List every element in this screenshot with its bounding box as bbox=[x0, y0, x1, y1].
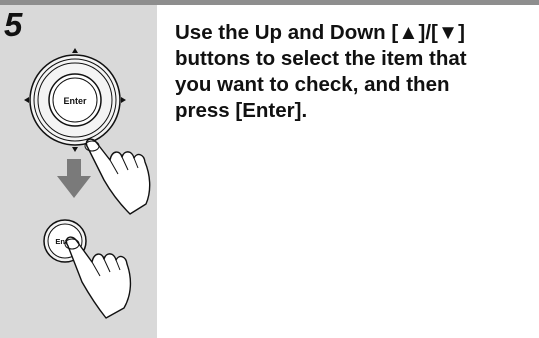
right-arrow-icon bbox=[121, 97, 126, 103]
pressing-hand-icon bbox=[84, 138, 151, 215]
instruction-line: you want to check, and then bbox=[175, 73, 450, 96]
instruction-line: buttons to select the item that bbox=[175, 47, 467, 70]
up-arrow-icon bbox=[72, 48, 78, 53]
step-number: 5 bbox=[4, 6, 23, 43]
manual-page: Enter Enter 5 Use the Up and Down [▲]/[▼… bbox=[0, 0, 539, 338]
left-arrow-icon bbox=[24, 97, 29, 103]
down-marker-icon bbox=[72, 147, 78, 152]
down-arrow-icon bbox=[57, 159, 91, 198]
directional-pad-icon: Enter bbox=[24, 48, 126, 152]
instruction-line: Use the Up and Down [▲]/[▼] bbox=[175, 21, 465, 44]
instruction-text: Use the Up and Down [▲]/[▼] buttons to s… bbox=[175, 20, 530, 124]
pressing-hand-icon bbox=[64, 236, 132, 319]
remote-illustration: Enter Enter bbox=[24, 48, 151, 319]
instruction-line: press [Enter]. bbox=[175, 99, 308, 122]
enter-label: Enter bbox=[63, 96, 87, 106]
